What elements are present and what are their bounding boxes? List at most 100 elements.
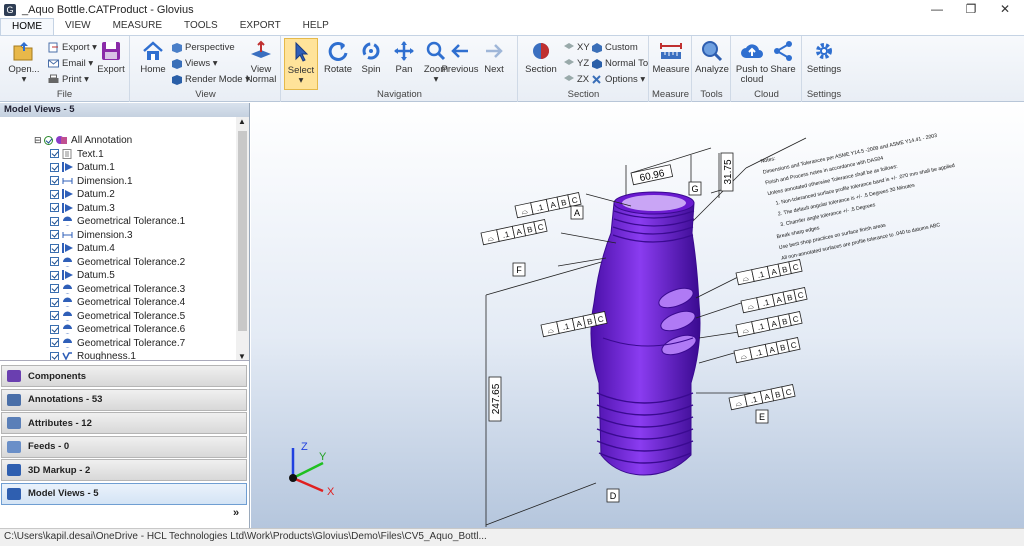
visibility-checkbox[interactable] — [50, 216, 59, 226]
bottle-model[interactable] — [590, 191, 701, 476]
collapse-icon[interactable]: ⊟ — [34, 135, 44, 145]
export-button[interactable]: Export — [91, 38, 131, 88]
visibility-checkbox[interactable] — [50, 203, 59, 213]
feature-control-frame[interactable]: ⌓ .1 A B C — [735, 259, 803, 286]
open-button[interactable]: Open... ▾ — [4, 38, 44, 88]
panel-tab-model-views[interactable]: Model Views - 5 — [1, 482, 247, 505]
datum-label[interactable]: D — [606, 488, 620, 503]
tree-item[interactable]: Dimension.3 — [50, 229, 133, 243]
tree-item[interactable]: Geometrical Tolerance.1 — [50, 215, 185, 229]
feature-control-frame[interactable]: ⌓ .1 A B C — [735, 311, 803, 338]
dimension-31-75[interactable]: 31.75 — [720, 152, 734, 192]
section-zx-button[interactable]: ZX — [563, 72, 589, 87]
tree-item[interactable]: Geometrical Tolerance.5 — [50, 310, 185, 324]
visibility-checkbox[interactable] — [50, 311, 59, 321]
settings-button[interactable]: Settings — [804, 38, 844, 88]
more-sections-button[interactable]: » — [233, 507, 239, 519]
scrollbar-thumb[interactable] — [238, 131, 247, 331]
section-custom-button[interactable]: Custom — [591, 40, 638, 55]
dimension-247-65[interactable]: 247.65 — [488, 376, 502, 422]
arrow-left-icon — [451, 44, 468, 58]
feature-control-frame[interactable]: ⌓ .1 A B C — [480, 219, 548, 246]
views-button[interactable]: Views ▾ — [171, 56, 218, 71]
tree-item[interactable]: Datum.2 — [50, 188, 115, 202]
tree-item[interactable]: Datum.1 — [50, 161, 115, 175]
visibility-checkbox[interactable] — [44, 135, 54, 145]
view-normal-button[interactable]: View Normal — [241, 38, 281, 88]
tree-item[interactable]: Geometrical Tolerance.4 — [50, 296, 185, 310]
section-yz-button[interactable]: YZ — [563, 56, 589, 71]
tab-help[interactable]: HELP — [292, 18, 340, 35]
tree-item[interactable]: Geometrical Tolerance.6 — [50, 323, 185, 337]
visibility-checkbox[interactable] — [50, 243, 59, 253]
tree-item[interactable]: Geometrical Tolerance.7 — [50, 337, 185, 351]
tree-item[interactable]: Datum.3 — [50, 202, 115, 216]
datum-label[interactable]: E — [755, 409, 769, 424]
next-button[interactable]: Next — [474, 38, 514, 88]
analyze-button[interactable]: Analyze — [692, 38, 732, 88]
tree-item[interactable]: Dimension.1 — [50, 175, 133, 189]
datum-label[interactable]: F — [512, 262, 526, 277]
feature-control-frame[interactable]: ⌓ .1 A B C — [733, 337, 801, 364]
export-small-button[interactable]: Export ▾ — [48, 40, 97, 55]
tree-item[interactable]: Text.1 — [50, 148, 104, 162]
tab-view[interactable]: VIEW — [54, 18, 102, 35]
save-disk-icon — [102, 42, 120, 60]
visibility-checkbox[interactable] — [50, 351, 59, 360]
tree-scrollbar[interactable]: ▲ ▼ — [236, 117, 249, 360]
restore-icon[interactable]: ❐ — [954, 0, 988, 19]
visibility-checkbox[interactable] — [50, 270, 59, 280]
panel-tab-attributes[interactable]: Attributes - 12 — [1, 412, 247, 434]
feature-control-frame[interactable]: ⌓ .1 A B C — [728, 384, 796, 411]
panel-tab-feeds[interactable]: Feeds - 0 — [1, 435, 247, 458]
scroll-down-icon[interactable]: ▼ — [238, 352, 246, 360]
tree-item[interactable]: Datum.5 — [50, 269, 115, 283]
tab-export[interactable]: EXPORT — [229, 18, 292, 35]
tab-measure[interactable]: MEASURE — [102, 18, 173, 35]
print-button[interactable]: Print ▾ — [48, 72, 89, 87]
section-button[interactable]: Section — [521, 38, 561, 88]
visibility-checkbox[interactable] — [50, 176, 59, 186]
panel-tab-annotations[interactable]: Annotations - 53 — [1, 388, 247, 411]
datum-label[interactable]: A — [570, 205, 584, 220]
visibility-checkbox[interactable] — [50, 324, 59, 334]
render-mode-button[interactable]: Render Mode ▾ — [171, 72, 250, 87]
perspective-button[interactable]: Perspective — [171, 40, 235, 55]
model-canvas[interactable]: ⌓ .1 A B C⌓ .1 A B C⌓ .1 A B C⌓ .1 A B C⌓ .1 A B C⌓ .1 A B C⌓ .1 A… — [251, 103, 1024, 528]
visibility-checkbox[interactable] — [50, 297, 59, 307]
tree-item-label: Geometrical Tolerance.7 — [77, 337, 186, 349]
minimize-icon[interactable]: — — [920, 0, 954, 19]
tree-item[interactable]: Geometrical Tolerance.2 — [50, 256, 185, 270]
section-options-button[interactable]: Options ▾ — [591, 72, 645, 87]
tree-root-item[interactable]: ⊟ All Annotation — [34, 134, 132, 148]
email-button[interactable]: Email ▾ — [48, 56, 93, 71]
tree-item[interactable]: Geometrical Tolerance.3 — [50, 283, 185, 297]
dimension-60-96[interactable]: 60.96 — [630, 164, 674, 186]
select-button[interactable]: Select ▾ — [284, 38, 318, 90]
panel-tab-components[interactable]: Components — [1, 365, 247, 387]
tree-item[interactable]: Roughness.1 — [50, 350, 136, 360]
home-button[interactable]: Home — [133, 38, 173, 88]
visibility-checkbox[interactable] — [50, 257, 59, 267]
panel-tab-markup[interactable]: 3D Markup - 2 — [1, 459, 247, 481]
normal-to-button[interactable]: Normal To — [591, 56, 648, 71]
visibility-checkbox[interactable] — [50, 338, 59, 348]
visibility-checkbox[interactable] — [50, 230, 59, 240]
ribbon-group-file: Open... ▾ Export ▾ Email ▾ Print ▾ Export… — [0, 36, 130, 102]
section-xy-button[interactable]: XY — [563, 40, 590, 55]
datum-label[interactable]: G — [688, 181, 702, 196]
share-button[interactable]: Share — [764, 38, 802, 88]
visibility-checkbox[interactable] — [50, 284, 59, 294]
scroll-up-icon[interactable]: ▲ — [238, 117, 246, 126]
measure-button[interactable]: Measure — [651, 38, 691, 88]
tab-home[interactable]: HOME — [0, 18, 54, 35]
visibility-checkbox[interactable] — [50, 149, 59, 159]
visibility-checkbox[interactable] — [50, 162, 59, 172]
tab-tools[interactable]: TOOLS — [173, 18, 229, 35]
close-icon[interactable]: ✕ — [988, 0, 1022, 19]
tree-item-label: Datum.1 — [77, 162, 115, 173]
feature-control-frame[interactable]: ⌓ .1 A B C — [740, 287, 808, 314]
visibility-checkbox[interactable] — [50, 189, 59, 199]
tree-item[interactable]: Datum.4 — [50, 242, 115, 256]
3d-viewport[interactable]: ⌓ .1 A B C ⌓ .1 A B C ⌓ .1 A B C ⌓ .1 A B C ⌓ .1 A B C ⌓ .1 A B C ⌓ .1 A… — [251, 103, 1024, 528]
